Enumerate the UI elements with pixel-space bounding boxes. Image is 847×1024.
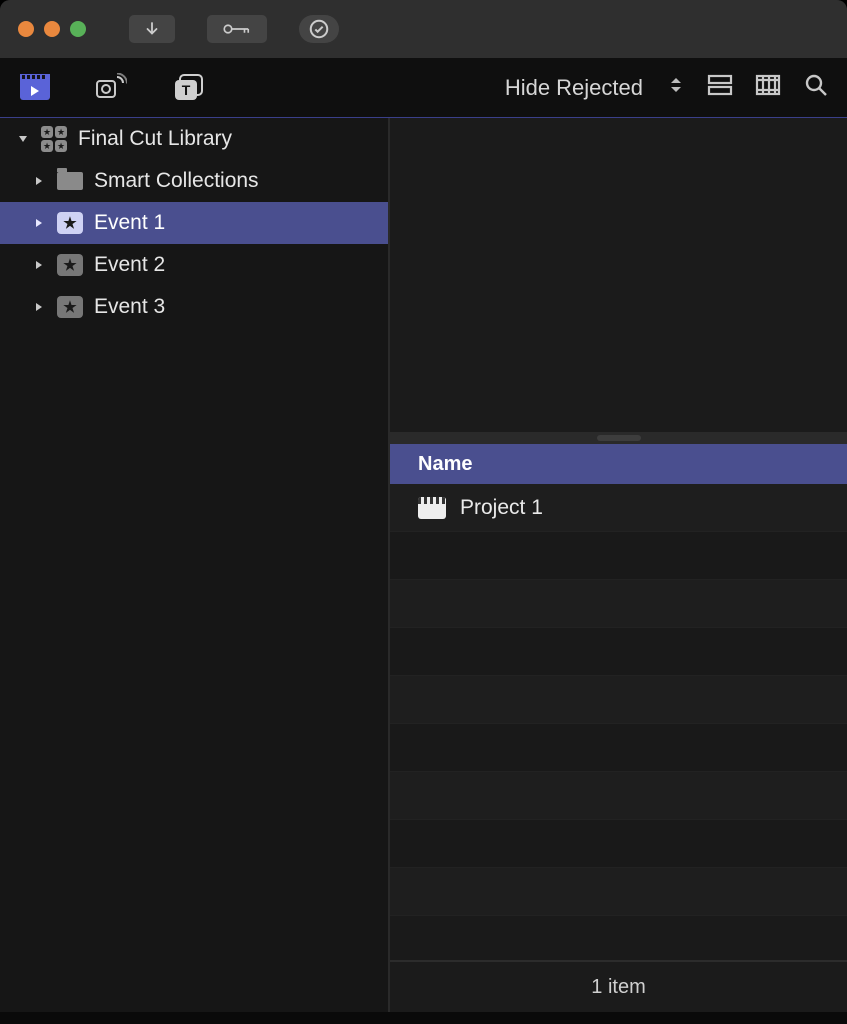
list-item (390, 628, 847, 676)
event-label: Event 2 (94, 253, 165, 277)
window-minimize-button[interactable] (44, 21, 60, 37)
titlebar (0, 0, 847, 58)
list-item (390, 580, 847, 628)
import-button[interactable] (128, 14, 176, 44)
app-window: T Hide Rejected (0, 0, 847, 1012)
download-arrow-icon (143, 20, 161, 38)
libraries-sidebar-tab[interactable] (18, 71, 52, 105)
library-label: Final Cut Library (78, 127, 232, 151)
filmstrip-preview-area[interactable] (390, 118, 847, 432)
list-item (390, 820, 847, 868)
clip-filter-label: Hide Rejected (505, 75, 643, 101)
key-icon (222, 21, 252, 37)
browser-toolbar: T Hide Rejected (0, 58, 847, 118)
search-button[interactable] (803, 72, 829, 103)
library-row[interactable]: ★★★★ Final Cut Library (0, 118, 388, 160)
list-header-name[interactable]: Name (390, 444, 847, 484)
filmstrip-view-button[interactable] (755, 73, 781, 102)
project-list: Project 1 (390, 484, 847, 960)
photos-audio-sidebar-tab[interactable] (94, 71, 128, 105)
disclosure-triangle-icon[interactable] (32, 217, 46, 229)
item-count-label: 1 item (591, 976, 645, 999)
browser-content: Name Project 1 1 item (390, 118, 847, 1012)
event-row[interactable]: ★ Event 1 (0, 202, 388, 244)
project-clapper-icon (418, 497, 446, 519)
list-item (390, 676, 847, 724)
list-item (390, 772, 847, 820)
event-star-icon: ★ (56, 211, 84, 235)
event-star-icon: ★ (56, 295, 84, 319)
disclosure-triangle-icon[interactable] (32, 301, 46, 313)
checkmark-circle-icon (308, 18, 330, 40)
event-star-icon: ★ (56, 253, 84, 277)
smart-collections-row[interactable]: Smart Collections (0, 160, 388, 202)
event-row[interactable]: ★ Event 2 (0, 244, 388, 286)
horizontal-splitter[interactable] (390, 432, 847, 444)
smart-collections-label: Smart Collections (94, 169, 259, 193)
list-item (390, 868, 847, 916)
disclosure-triangle-icon[interactable] (32, 259, 46, 271)
window-zoom-button[interactable] (70, 21, 86, 37)
titles-generators-sidebar-tab[interactable]: T (170, 71, 204, 105)
folder-icon (56, 169, 84, 193)
list-item (390, 724, 847, 772)
project-name: Project 1 (460, 496, 543, 520)
splitter-grip-icon (597, 435, 641, 441)
library-icon: ★★★★ (40, 127, 68, 151)
keyword-editor-button[interactable] (206, 14, 268, 44)
event-label: Event 3 (94, 295, 165, 319)
window-close-button[interactable] (18, 21, 34, 37)
list-item (390, 532, 847, 580)
disclosure-triangle-icon[interactable] (32, 175, 46, 187)
list-item[interactable]: Project 1 (390, 484, 847, 532)
column-header-label: Name (418, 453, 472, 476)
event-label: Event 1 (94, 211, 165, 235)
browser-footer: 1 item (390, 960, 847, 1012)
svg-text:T: T (182, 82, 191, 98)
clip-appearance-button[interactable] (707, 73, 733, 102)
library-sidebar: ★★★★ Final Cut Library Smart Collections… (0, 118, 390, 1012)
clip-filter-stepper[interactable] (667, 76, 685, 99)
disclosure-triangle-icon[interactable] (16, 133, 30, 145)
event-row[interactable]: ★ Event 3 (0, 286, 388, 328)
window-bottom-strip (0, 1012, 847, 1024)
background-tasks-button[interactable] (298, 14, 340, 44)
